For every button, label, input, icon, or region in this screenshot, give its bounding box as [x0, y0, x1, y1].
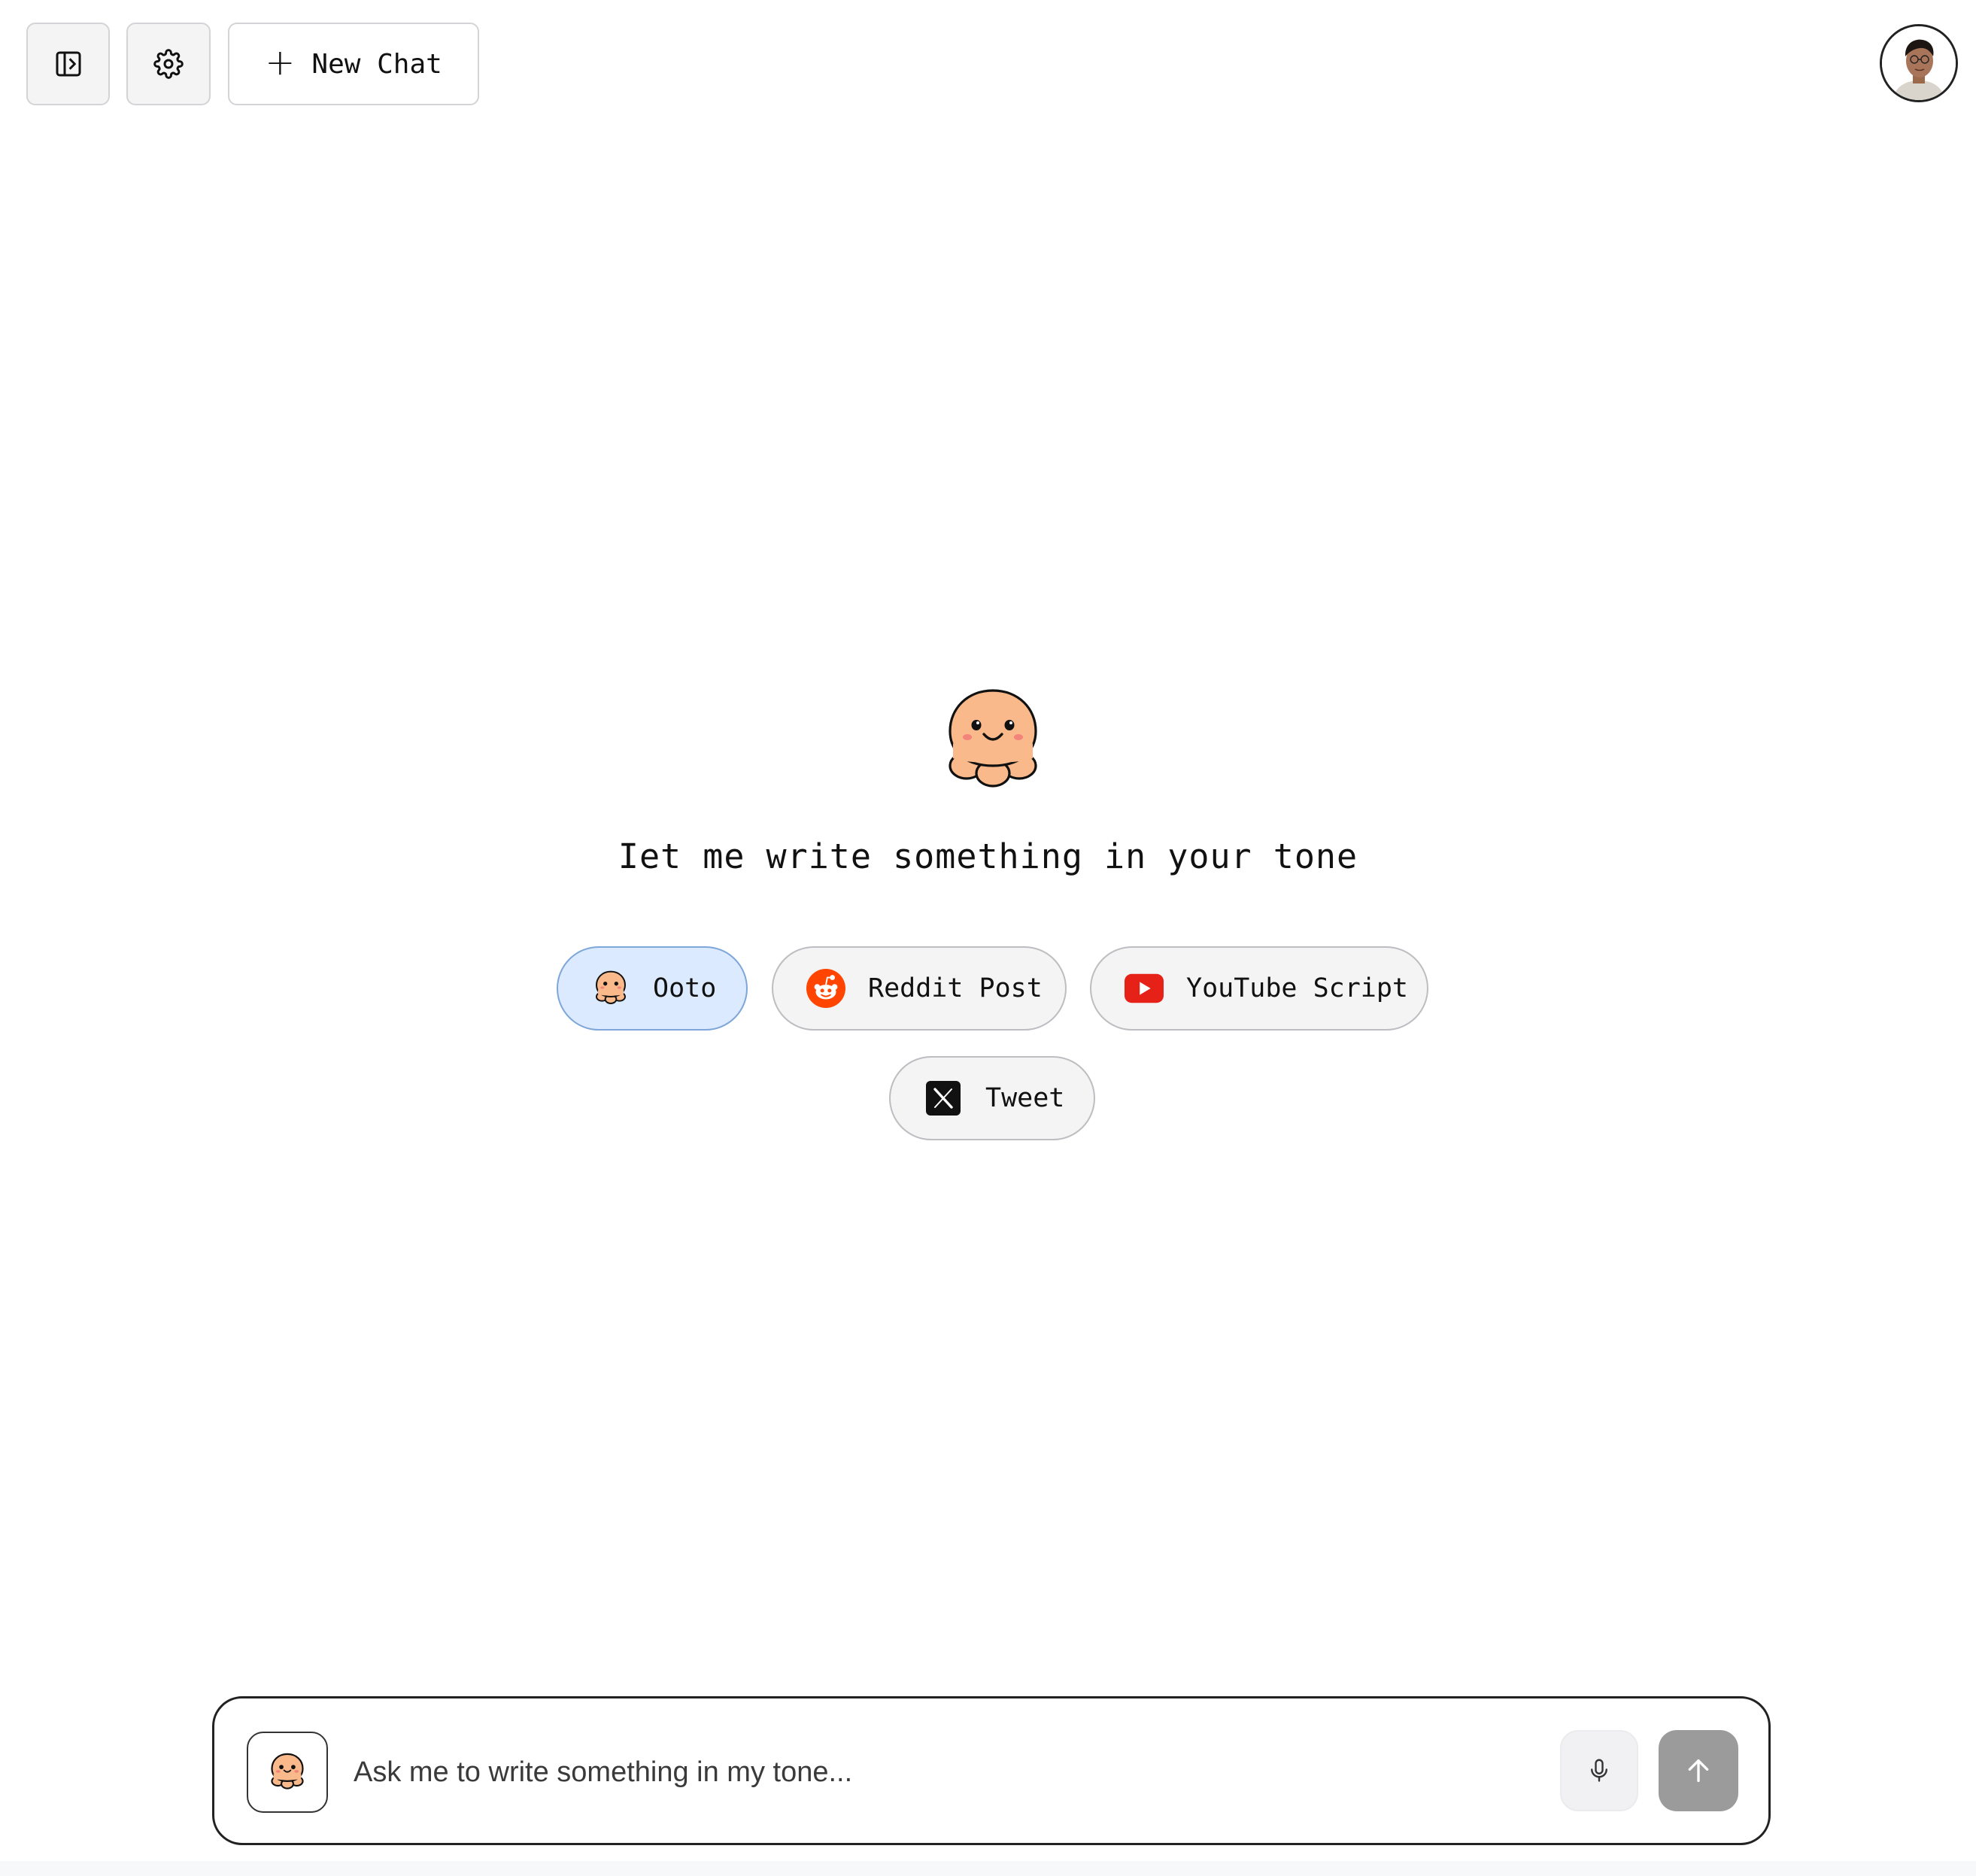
new-chat-button[interactable]: + New Chat: [228, 23, 479, 105]
chip-youtube-script[interactable]: YouTube Script: [1090, 946, 1428, 1031]
persona-button[interactable]: [247, 1732, 328, 1813]
octopus-icon: [271, 1753, 304, 1789]
youtube-icon: [1125, 969, 1164, 1008]
octopus-mascot-icon: [949, 689, 1037, 788]
microphone-button[interactable]: [1560, 1730, 1638, 1811]
chip-label: Tweet: [985, 1083, 1065, 1113]
settings-button[interactable]: [126, 23, 211, 105]
x-icon: [924, 1079, 963, 1118]
sidebar-toggle-button[interactable]: [26, 23, 110, 105]
send-button[interactable]: [1659, 1730, 1738, 1811]
chip-label: YouTube Script: [1186, 973, 1409, 1003]
chip-tweet[interactable]: Tweet: [889, 1056, 1095, 1140]
chip-label: Reddit Post: [868, 973, 1043, 1003]
message-composer: [212, 1696, 1771, 1845]
app-root: + New Chat Iet me write something in you…: [0, 0, 1976, 1876]
user-avatar[interactable]: [1880, 24, 1958, 102]
chip-ooto[interactable]: Ooto: [557, 946, 748, 1031]
octopus-icon: [591, 969, 630, 1008]
page-headline: Iet me write something in your tone: [618, 836, 1358, 876]
chip-label: Ooto: [653, 973, 717, 1003]
plus-icon: +: [265, 41, 296, 83]
chip-reddit-post[interactable]: Reddit Post: [772, 946, 1067, 1031]
bottom-strip: [0, 1861, 1976, 1876]
microphone-icon: [1591, 1759, 1607, 1782]
new-chat-label: New Chat: [311, 48, 442, 80]
sidebar-toggle-icon: [56, 51, 80, 77]
avatar-image: [1882, 26, 1956, 100]
reddit-icon: [806, 969, 845, 1008]
gear-icon: [153, 49, 184, 79]
message-input[interactable]: [354, 1735, 1527, 1810]
arrow-up-icon: [1688, 1759, 1709, 1782]
